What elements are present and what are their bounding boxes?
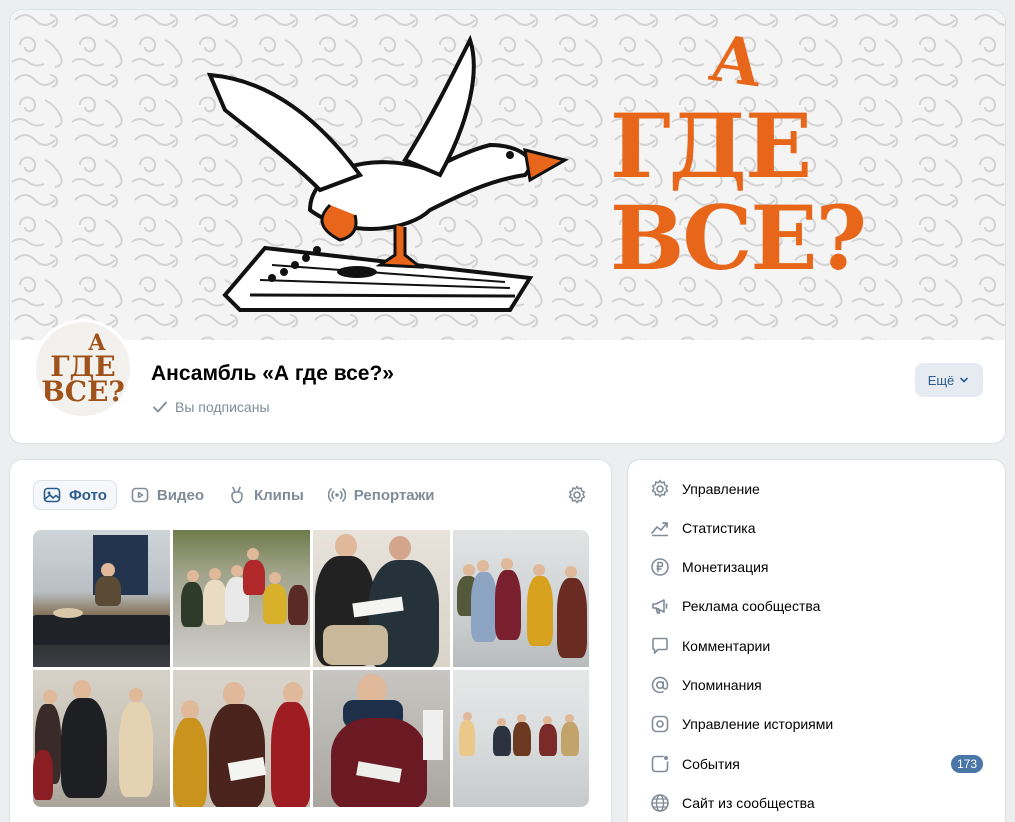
menu-item-stories[interactable]: Управление историями [640,706,995,742]
group-header: А ГДЕ ВСЕ? А ГДЕ ВСЕ? Ансамбль «А где вс… [10,10,1005,443]
cover-title-line2: ГДЕ [610,94,812,198]
menu-item-label: События [682,756,740,772]
events-count-badge: 173 [950,755,983,773]
cover-title-line1: А [705,20,766,103]
more-button-label: Ещё [927,372,955,388]
cover-title-line3: ВСЕ? [610,186,867,290]
photo-grid [33,530,589,807]
more-button[interactable]: Ещё [915,363,983,397]
photo-thumbnail[interactable] [33,530,170,667]
gear-icon [651,479,669,498]
photo-thumbnail[interactable] [313,530,450,667]
menu-item-label: Управление [682,481,760,497]
menu-item-comments[interactable]: Комментарии [640,628,995,664]
admin-menu: Управление Статистика Монетизация Реклам… [628,460,1005,822]
chart-icon [651,522,668,537]
photo-thumbnail[interactable] [173,670,310,807]
menu-item-label: Статистика [682,520,756,536]
tab-photo-label: Фото [69,486,107,504]
avatar[interactable]: А ГДЕ ВСЕ? [33,319,133,419]
tab-clips[interactable]: Клипы [218,480,314,510]
tab-reports[interactable]: Репортажи [318,480,445,510]
tab-clips-label: Клипы [254,486,304,504]
tab-photo[interactable]: Фото [33,480,117,510]
media-tabs: Фото Видео Клипы Репортажи [33,480,445,510]
chevron-down-icon [960,377,969,383]
page-title: Ансамбль «А где все?» [151,362,394,385]
stories-icon [651,715,669,733]
menu-item-site[interactable]: Сайт из сообщества [640,785,995,821]
broadcast-icon [327,488,346,502]
doodle-pattern [10,10,1005,340]
menu-item-monetization[interactable]: Монетизация [640,549,995,585]
check-icon [153,401,167,413]
menu-item-management[interactable]: Управление [640,471,995,507]
menu-item-label: Управление историями [682,716,834,732]
events-icon [651,755,669,773]
media-block: Фото Видео Клипы Репортажи [10,460,611,822]
ruble-icon [651,558,669,576]
menu-item-statistics[interactable]: Статистика [640,510,995,546]
menu-item-label: Упоминания [682,677,762,693]
at-icon [651,676,669,694]
menu-item-events[interactable]: События 173 [640,746,995,782]
cover-title: А ГДЕ ВСЕ? [610,21,867,290]
globe-icon [651,794,669,812]
photo-thumbnail[interactable] [453,670,589,807]
menu-item-label: Реклама сообщества [682,598,821,614]
photo-thumbnail[interactable] [313,670,450,807]
avatar-line3: ВСЕ? [41,374,125,408]
menu-item-label: Сайт из сообщества [682,795,815,811]
subscription-status[interactable]: Вы подписаны [151,398,270,416]
tab-reports-label: Репортажи [353,486,435,504]
menu-item-mentions[interactable]: Упоминания [640,667,995,703]
menu-item-label: Комментарии [682,638,771,654]
tab-video[interactable]: Видео [121,480,214,510]
comment-icon [652,637,668,654]
tab-video-label: Видео [156,486,204,504]
cover-image: А ГДЕ ВСЕ? [10,10,1005,340]
photo-thumbnail[interactable] [33,670,170,807]
megaphone-icon [652,599,668,614]
menu-item-label: Монетизация [682,559,769,575]
play-icon [131,487,149,503]
gear-icon[interactable] [567,485,587,505]
photo-thumbnail[interactable] [173,530,310,667]
image-icon [43,487,61,503]
clips-icon [231,486,243,504]
subscription-label: Вы подписаны [175,399,270,415]
photo-thumbnail[interactable] [453,530,589,667]
menu-item-ads[interactable]: Реклама сообщества [640,588,995,624]
